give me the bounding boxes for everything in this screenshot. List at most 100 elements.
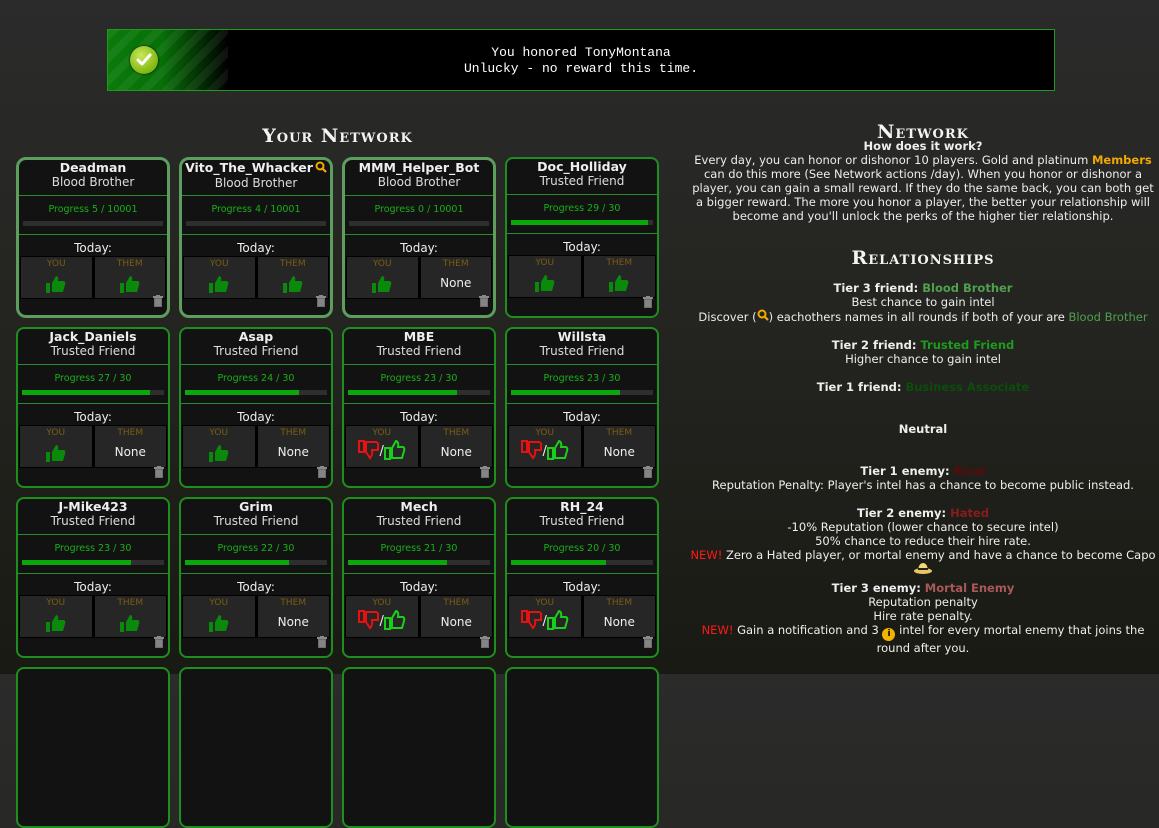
today-label: Today: [182, 241, 330, 255]
progress-text: Progress 4 / 10001 [182, 196, 330, 215]
player-name[interactable]: Deadman [60, 160, 127, 175]
player-name-row: MMM_Helper_Bot [345, 161, 493, 175]
dishonor-button[interactable] [358, 615, 380, 634]
tier-name: Hated [950, 506, 989, 520]
player-name[interactable]: Grim [239, 499, 273, 514]
how-text-part: Every day, you can honor or dishonor 10 … [694, 153, 1092, 167]
tier3-enemy-block: Tier 3 enemy: Mortal Enemy Reputation pe… [690, 581, 1156, 655]
trash-icon[interactable] [480, 633, 490, 652]
honor-button[interactable] [547, 615, 569, 634]
capo-hat-icon [913, 563, 933, 577]
discover-magnifier-icon [315, 161, 327, 176]
player-name[interactable]: Vito_The_Whacker [185, 160, 313, 175]
new-badge: NEW! [690, 548, 722, 562]
progress-bar-fill [22, 390, 150, 395]
player-name[interactable]: Mech [400, 499, 437, 514]
trash-icon[interactable] [153, 292, 163, 311]
tier-desc: Zero a Hated player, or mortal enemy and… [722, 548, 1155, 562]
dishonor-button[interactable] [521, 445, 543, 464]
them-label: THEM [258, 596, 330, 608]
notification-banner: You honored TonyMontana Unlucky - no rew… [107, 29, 1055, 91]
them-label: THEM [421, 257, 492, 269]
progress-bar [22, 390, 164, 395]
relationship-label: Trusted Friend [507, 344, 657, 358]
you-label: YOU [20, 596, 92, 608]
you-label: YOU [347, 257, 418, 269]
player-name[interactable]: J-Mike423 [58, 499, 127, 514]
tier-name: Blood Brother [1068, 310, 1147, 324]
new-badge: NEW! [702, 623, 734, 637]
progress-bar [348, 560, 490, 565]
dishonor-button[interactable] [521, 615, 543, 634]
trash-icon[interactable] [480, 463, 490, 482]
progress-bar [348, 390, 490, 395]
trash-icon[interactable] [317, 463, 327, 482]
honor-choice: / [509, 610, 581, 634]
progress-section: Progress 20 / 30 [507, 535, 657, 574]
player-name-row: J-Mike423 [18, 500, 168, 514]
progress-text: Progress 23 / 30 [507, 365, 657, 384]
player-name-row: Deadman [19, 161, 167, 175]
thumbs-up-icon [184, 275, 255, 297]
player-name-row: Jack_Daniels [18, 330, 168, 344]
progress-bar [511, 220, 653, 225]
network-card-partial [342, 667, 496, 828]
them-box: THEMNone [421, 596, 493, 637]
you-box: YOU [20, 426, 92, 467]
player-name[interactable]: Willsta [558, 329, 607, 344]
today-actions: YOU/THEMNone [508, 425, 656, 468]
you-box: YOU [20, 596, 92, 637]
trash-icon[interactable] [154, 463, 164, 482]
tier-name: Business Associate [905, 380, 1029, 394]
today-actions: YOUTHEMNone [182, 425, 330, 468]
today-label: Today: [507, 410, 657, 424]
them-label: THEM [584, 256, 656, 268]
network-card: Jack_DanielsTrusted FriendProgress 27 / … [16, 327, 170, 488]
player-name[interactable]: Asap [239, 329, 274, 344]
player-name[interactable]: Doc_Holliday [537, 159, 627, 174]
today-label: Today: [507, 240, 657, 254]
them-label: THEM [421, 426, 493, 438]
network-card: MMM_Helper_BotBlood BrotherProgress 0 / … [342, 157, 496, 318]
thumbs-up-icon [183, 614, 255, 636]
trash-icon[interactable] [479, 292, 489, 311]
tier-desc: Best chance to gain intel [690, 295, 1156, 309]
you-label: YOU [509, 426, 581, 438]
trash-icon[interactable] [643, 633, 653, 652]
player-name[interactable]: Jack_Daniels [49, 329, 136, 344]
dishonor-button[interactable] [358, 445, 380, 464]
you-label: YOU [509, 256, 581, 268]
today-actions: YOUTHEM [183, 256, 329, 299]
you-box: YOU/ [509, 596, 581, 637]
members-link[interactable]: Members [1092, 153, 1152, 167]
card-header: J-Mike423Trusted Friend [18, 499, 168, 535]
you-label: YOU [21, 257, 92, 269]
them-label: THEM [95, 426, 167, 438]
progress-bar-fill [185, 560, 289, 565]
network-card: Doc_HollidayTrusted FriendProgress 29 / … [505, 157, 659, 318]
player-name[interactable]: MMM_Helper_Bot [359, 160, 480, 175]
player-name[interactable]: RH_24 [560, 499, 604, 514]
honor-button[interactable] [547, 445, 569, 464]
card-header: MBETrusted Friend [344, 329, 494, 365]
today-label: Today: [181, 410, 331, 424]
trash-icon[interactable] [643, 293, 653, 312]
today-actions: YOU/THEMNone [345, 425, 493, 468]
none-value: None [258, 615, 330, 629]
honor-button[interactable] [384, 445, 406, 464]
card-header: Jack_DanielsTrusted Friend [18, 329, 168, 365]
progress-bar [22, 560, 164, 565]
honor-button[interactable] [384, 615, 406, 634]
none-value: None [421, 615, 493, 629]
trash-icon[interactable] [316, 292, 326, 311]
them-label: THEM [95, 596, 167, 608]
tier-label: Tier 2 enemy: [857, 506, 950, 520]
trash-icon[interactable] [154, 633, 164, 652]
trash-icon[interactable] [643, 463, 653, 482]
trash-icon[interactable] [317, 633, 327, 652]
network-card: WillstaTrusted Friend Progress 23 / 30 Tod… [505, 327, 659, 488]
player-name-row: Willsta [507, 330, 657, 344]
player-name[interactable]: MBE [404, 329, 435, 344]
relationships-title: Relationships [690, 251, 1156, 265]
progress-bar-fill [348, 390, 457, 395]
